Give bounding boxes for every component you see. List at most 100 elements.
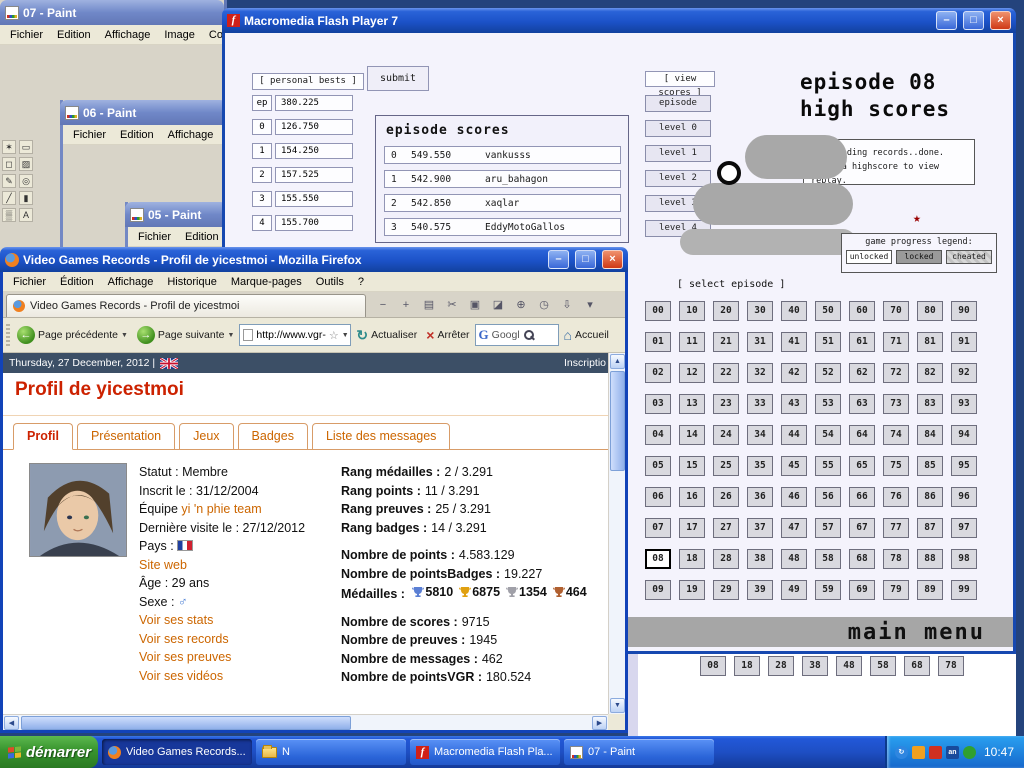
- episode-cell[interactable]: 78: [883, 549, 909, 569]
- episode-cell[interactable]: 27: [713, 518, 739, 538]
- menu-item[interactable]: ?: [351, 274, 371, 290]
- tray-network-icon[interactable]: an: [946, 746, 959, 759]
- toolbar-icon[interactable]: ✂: [445, 298, 459, 311]
- episode-cell[interactable]: 14: [679, 425, 705, 445]
- firefox-titlebar[interactable]: Video Games Records - Profil de yicestmo…: [0, 247, 628, 272]
- uk-flag-icon[interactable]: [160, 358, 178, 369]
- episode-cell[interactable]: 80: [917, 301, 943, 321]
- taskbar-item-flash[interactable]: f Macromedia Flash Pla...: [410, 739, 560, 765]
- profile-tab[interactable]: Liste des messages: [312, 423, 450, 450]
- episode-cell[interactable]: 47: [781, 518, 807, 538]
- episode-cell[interactable]: 00: [645, 301, 671, 321]
- episode-cell[interactable]: 57: [815, 518, 841, 538]
- episode-cell[interactable]: 39: [747, 580, 773, 600]
- background-episode-cell[interactable]: 18: [734, 656, 760, 676]
- episode-cell[interactable]: 34: [747, 425, 773, 445]
- background-episode-cell[interactable]: 68: [904, 656, 930, 676]
- background-episode-cell[interactable]: 78: [938, 656, 964, 676]
- refresh-button[interactable]: ↻ Actualiser: [352, 323, 421, 348]
- toolbar-icon[interactable]: ◪: [491, 298, 505, 311]
- episode-cell[interactable]: 22: [713, 363, 739, 383]
- forward-dropdown-icon[interactable]: ▼: [227, 332, 234, 339]
- paint-tool[interactable]: ▒: [2, 208, 16, 222]
- episode-cell[interactable]: 88: [917, 549, 943, 569]
- profile-tab[interactable]: Profil: [13, 423, 73, 450]
- tray-messenger-icon[interactable]: [912, 746, 925, 759]
- episode-cell[interactable]: 85: [917, 456, 943, 476]
- paint-tool[interactable]: ▨: [19, 157, 33, 171]
- episode-cell[interactable]: 25: [713, 456, 739, 476]
- episode-cell[interactable]: 45: [781, 456, 807, 476]
- url-dropdown-icon[interactable]: ▼: [342, 332, 349, 339]
- episode-cell[interactable]: 31: [747, 332, 773, 352]
- scroll-up-button[interactable]: ▲: [610, 354, 625, 369]
- menu-item[interactable]: Outils: [309, 274, 351, 290]
- episode-cell[interactable]: 48: [781, 549, 807, 569]
- tray-sync-icon[interactable]: ↻: [895, 746, 908, 759]
- voir-link[interactable]: Voir ses preuves: [139, 650, 231, 664]
- episode-cell[interactable]: 91: [951, 332, 977, 352]
- profile-tab[interactable]: Jeux: [179, 423, 233, 450]
- episode-cell[interactable]: 73: [883, 394, 909, 414]
- episode-cell[interactable]: 55: [815, 456, 841, 476]
- menu-item[interactable]: Fichier: [6, 274, 53, 290]
- episode-cell[interactable]: 69: [849, 580, 875, 600]
- episode-cell[interactable]: 81: [917, 332, 943, 352]
- episode-cell[interactable]: 02: [645, 363, 671, 383]
- episode-cell[interactable]: 68: [849, 549, 875, 569]
- menu-item[interactable]: Affichage: [101, 274, 161, 290]
- episode-cell[interactable]: 30: [747, 301, 773, 321]
- search-magnifier-icon[interactable]: [523, 329, 535, 341]
- episode-cell[interactable]: 77: [883, 518, 909, 538]
- toolbar-icon[interactable]: ▤: [422, 298, 436, 311]
- episode-cell[interactable]: 01: [645, 332, 671, 352]
- episode-cell[interactable]: 92: [951, 363, 977, 383]
- toolbar-icon[interactable]: −: [376, 299, 390, 311]
- episode-cell[interactable]: 76: [883, 487, 909, 507]
- menu-item[interactable]: Edition: [50, 27, 98, 43]
- search-input[interactable]: G Googl: [475, 324, 559, 346]
- paint-07-titlebar[interactable]: 07 - Paint: [0, 0, 224, 25]
- voir-link[interactable]: Voir ses stats: [139, 613, 213, 627]
- episode-cell[interactable]: 70: [883, 301, 909, 321]
- episode-cell[interactable]: 87: [917, 518, 943, 538]
- paint-tool[interactable]: ◎: [19, 174, 33, 188]
- episode-cell[interactable]: 42: [781, 363, 807, 383]
- episode-cell[interactable]: 54: [815, 425, 841, 445]
- profile-tab[interactable]: Badges: [238, 423, 308, 450]
- vertical-scroll-thumb[interactable]: [610, 371, 625, 471]
- highscore-row[interactable]: 0 549.550 vankusss: [384, 146, 621, 164]
- episode-cell[interactable]: 97: [951, 518, 977, 538]
- episode-cell[interactable]: 71: [883, 332, 909, 352]
- episode-cell[interactable]: 43: [781, 394, 807, 414]
- paint-tool[interactable]: ✶: [2, 140, 16, 154]
- paint-tool[interactable]: ▭: [19, 140, 33, 154]
- episode-cell[interactable]: 10: [679, 301, 705, 321]
- maximize-button[interactable]: □: [963, 11, 984, 30]
- episode-cell[interactable]: 32: [747, 363, 773, 383]
- episode-cell[interactable]: 79: [883, 580, 909, 600]
- highscore-row[interactable]: 1 542.900 aru_bahagon: [384, 170, 621, 188]
- episode-cell[interactable]: 51: [815, 332, 841, 352]
- episode-cell[interactable]: 11: [679, 332, 705, 352]
- episode-cell[interactable]: 60: [849, 301, 875, 321]
- menu-item[interactable]: Fichier: [66, 127, 113, 143]
- episode-cell[interactable]: 29: [713, 580, 739, 600]
- episode-cell[interactable]: 15: [679, 456, 705, 476]
- menu-item[interactable]: Image: [157, 27, 202, 43]
- episode-cell[interactable]: 52: [815, 363, 841, 383]
- paint-05-titlebar[interactable]: 05 - Paint: [125, 202, 227, 227]
- episode-cell[interactable]: 94: [951, 425, 977, 445]
- team-link[interactable]: yi 'n phie team: [181, 502, 261, 516]
- menu-item[interactable]: Marque-pages: [224, 274, 309, 290]
- site-web-link[interactable]: Site web: [139, 558, 187, 572]
- back-button[interactable]: ← Page précédente ▼: [13, 322, 132, 348]
- episode-cell[interactable]: 36: [747, 487, 773, 507]
- inscription-link[interactable]: Inscriptio: [564, 357, 606, 369]
- episode-cell[interactable]: 46: [781, 487, 807, 507]
- toolbar-icon[interactable]: ▾: [583, 298, 597, 311]
- episode-cell[interactable]: 20: [713, 301, 739, 321]
- episode-cell[interactable]: 65: [849, 456, 875, 476]
- toolbar-icon[interactable]: ⇩: [560, 298, 574, 311]
- episode-cell[interactable]: 67: [849, 518, 875, 538]
